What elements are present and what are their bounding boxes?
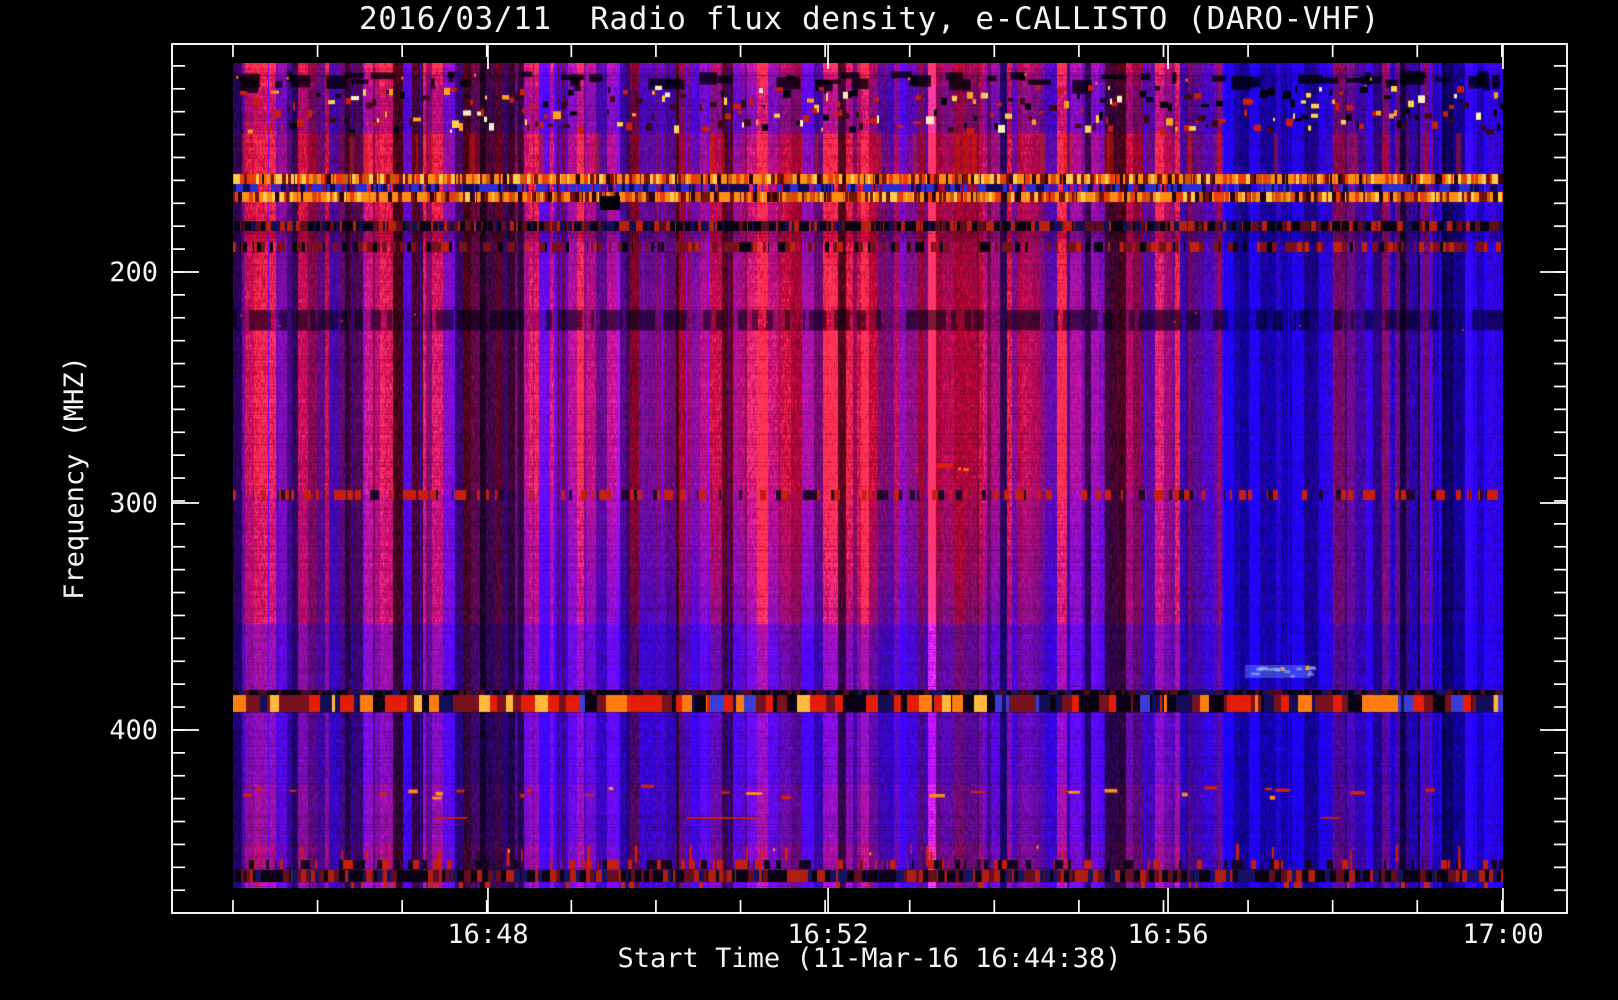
axes-frame-and-ticks bbox=[171, 43, 1568, 914]
x-axis-title: Start Time (11-Mar-16 16:44:38) bbox=[617, 943, 1122, 974]
y-tick-label: 200 bbox=[109, 257, 158, 289]
y-tick-label: 400 bbox=[109, 714, 158, 746]
y-axis-title: Frequency (MHZ) bbox=[59, 356, 90, 600]
spectrogram-page: 2016/03/11 Radio flux density, e-CALLIST… bbox=[0, 0, 1618, 1000]
